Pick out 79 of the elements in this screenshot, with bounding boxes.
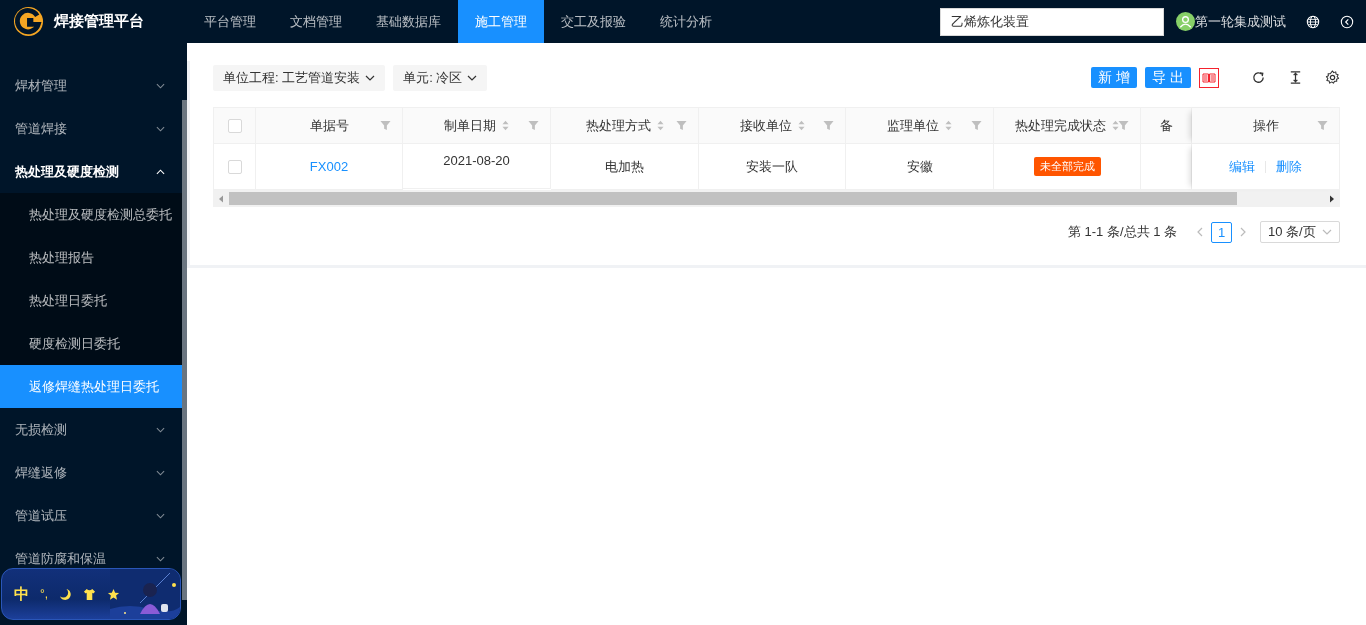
nav-tab[interactable]: 文档管理: [273, 0, 359, 43]
filter-icon[interactable]: [528, 120, 539, 131]
sort-icon[interactable]: [502, 120, 509, 131]
previous-page-icon[interactable]: [1197, 227, 1203, 237]
status-tag: 未全部完成: [1033, 157, 1101, 176]
settings-icon[interactable]: [1325, 70, 1340, 85]
table-cell: 电加热: [605, 157, 644, 176]
sidebar-subitem[interactable]: 热处理及硬度检测总委托: [0, 193, 182, 236]
filter-icon[interactable]: [1317, 120, 1328, 131]
sidebar-item[interactable]: 管道焊接: [0, 107, 182, 150]
select-all-checkbox[interactable]: [227, 118, 242, 133]
input-mode-label[interactable]: 中: [14, 584, 29, 604]
nav-tab[interactable]: 平台管理: [187, 0, 273, 43]
scrollbar[interactable]: [182, 100, 187, 600]
column-header[interactable]: 监理单位: [846, 108, 994, 144]
sort-icon[interactable]: [1112, 120, 1119, 131]
filter-icon[interactable]: [823, 120, 834, 131]
project-field[interactable]: 乙烯炼化装置: [940, 7, 1164, 36]
filter-dropdown[interactable]: 单位工程: 工艺管道安装: [213, 64, 386, 91]
shirt-icon[interactable]: [83, 587, 97, 601]
sort-icon[interactable]: [945, 120, 952, 131]
chevron-icon: [156, 82, 165, 89]
star-icon[interactable]: [107, 587, 121, 601]
table-cell: 安装一队: [746, 157, 798, 176]
sidebar-item[interactable]: 管道试压: [0, 494, 182, 537]
moon-icon[interactable]: [59, 587, 73, 601]
caret-icon: [1322, 229, 1332, 235]
user-name[interactable]: 第一轮集成测试: [1195, 12, 1286, 31]
chevron-icon: [156, 125, 165, 132]
sidebar-item[interactable]: 焊材管理: [0, 64, 182, 107]
sidebar-subitem[interactable]: 硬度检测日委托: [0, 322, 182, 365]
filter-icon[interactable]: [676, 120, 687, 131]
caret-icon: [365, 74, 376, 81]
sidebar-item[interactable]: 热处理及硬度检测: [0, 150, 182, 193]
column-header[interactable]: 单据号: [256, 108, 403, 144]
sidebar-subitem[interactable]: 热处理日委托: [0, 279, 182, 322]
nav-tab[interactable]: 统计分析: [643, 0, 729, 43]
scroll-right-icon[interactable]: [1329, 194, 1335, 203]
chevron-icon: [156, 469, 165, 476]
column-header[interactable]: 制单日期: [403, 108, 551, 144]
column-header[interactable]: 接收单位: [699, 108, 846, 144]
column-height-icon[interactable]: [1288, 70, 1303, 85]
nav-tab[interactable]: 基础数据库: [359, 0, 458, 43]
row-checkbox[interactable]: [227, 159, 242, 174]
filter-icon[interactable]: [380, 120, 391, 131]
book-icon[interactable]: [1199, 67, 1219, 88]
chevron-icon: [156, 555, 165, 562]
reload-icon[interactable]: [1251, 70, 1266, 85]
column-header[interactable]: 操作: [1192, 108, 1340, 144]
nav-tab[interactable]: 交工及报验: [544, 0, 643, 43]
chevron-icon: [156, 512, 165, 519]
column-header[interactable]: 热处理完成状态: [994, 108, 1141, 144]
globe-icon[interactable]: [1306, 14, 1320, 29]
filter-dropdown[interactable]: 单元: 冷区: [393, 64, 488, 91]
app-title: 焊接管理平台: [54, 12, 144, 31]
filter-icon[interactable]: [971, 120, 982, 131]
page-size-select[interactable]: 10 条/页: [1260, 221, 1340, 243]
sidebar-item[interactable]: 管道防腐和保温: [0, 537, 182, 580]
back-icon[interactable]: [1340, 14, 1354, 29]
chevron-icon: [156, 426, 165, 433]
column-header[interactable]: 热处理方式: [551, 108, 699, 144]
sidebar-item[interactable]: 无损检测: [0, 408, 182, 451]
punctuation-label[interactable]: °,: [40, 587, 49, 601]
sidebar-subitem[interactable]: 热处理报告: [0, 236, 182, 279]
user-avatar-icon[interactable]: [1176, 12, 1195, 31]
table-cell: 2021-08-20: [443, 153, 510, 168]
chevron-icon: [156, 168, 165, 175]
sort-icon[interactable]: [797, 120, 805, 131]
table-cell: 安徽: [906, 157, 933, 176]
caret-icon: [467, 74, 478, 81]
filter-icon[interactable]: [1118, 120, 1129, 131]
next-page-icon[interactable]: [1240, 227, 1246, 237]
logo-icon: [13, 6, 44, 37]
horizontal-scrollbar[interactable]: [213, 190, 1340, 207]
total-count: 第 1-1 条/总共 1 条: [1067, 223, 1177, 241]
column-header[interactable]: 备: [1141, 108, 1192, 144]
sidebar-item[interactable]: 焊缝返修: [0, 451, 182, 494]
sort-icon[interactable]: [656, 120, 664, 131]
scroll-left-icon[interactable]: [218, 194, 224, 203]
